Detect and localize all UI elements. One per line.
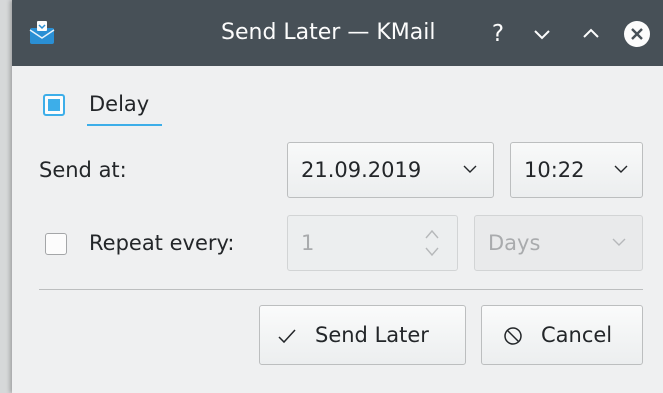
title-bar[interactable]: Send Later — KMail ? — [12, 0, 663, 66]
close-button[interactable] — [623, 20, 651, 48]
time-picker[interactable]: 10:22 — [510, 142, 643, 198]
cancel-icon — [504, 327, 522, 345]
checkmark-icon — [278, 329, 296, 344]
send-later-label: Send Later — [315, 323, 429, 347]
cancel-label: Cancel — [541, 323, 613, 347]
close-icon — [624, 21, 650, 47]
repeat-count-spinbox[interactable]: 1 — [287, 215, 458, 271]
chevron-down-icon — [612, 238, 626, 246]
repeat-every-label[interactable]: Repeat every: — [89, 229, 234, 257]
cancel-button[interactable]: Cancel — [481, 305, 643, 365]
chevron-up-icon — [583, 28, 599, 38]
repeat-count-value: 1 — [301, 231, 315, 255]
repeat-unit-select[interactable]: Days — [474, 215, 643, 271]
chevron-down-icon — [614, 165, 628, 173]
date-value: 21.09.2019 — [301, 158, 422, 182]
spin-arrows-icon — [425, 229, 439, 257]
time-value: 10:22 — [524, 158, 585, 182]
chevron-down-icon — [463, 165, 477, 173]
send-later-button[interactable]: Send Later — [259, 305, 466, 365]
help-button[interactable]: ? — [486, 22, 510, 46]
maximize-button[interactable] — [579, 22, 603, 46]
send-at-label: Send at: — [39, 158, 127, 182]
delay-label[interactable]: Delay — [89, 90, 149, 118]
date-picker[interactable]: 21.09.2019 — [287, 142, 494, 198]
chevron-down-icon — [534, 30, 550, 40]
repeat-unit-value: Days — [488, 231, 541, 255]
delay-checkbox[interactable] — [43, 94, 65, 116]
window-title: Send Later — KMail — [221, 20, 436, 45]
focus-underline — [87, 124, 162, 126]
send-later-dialog: Send Later — KMail ? Delay Send at: 21.0… — [12, 0, 663, 393]
repeat-checkbox[interactable] — [45, 233, 67, 255]
separator — [39, 289, 643, 290]
minimize-button[interactable] — [530, 22, 554, 46]
kmail-envelope-icon — [29, 21, 55, 44]
